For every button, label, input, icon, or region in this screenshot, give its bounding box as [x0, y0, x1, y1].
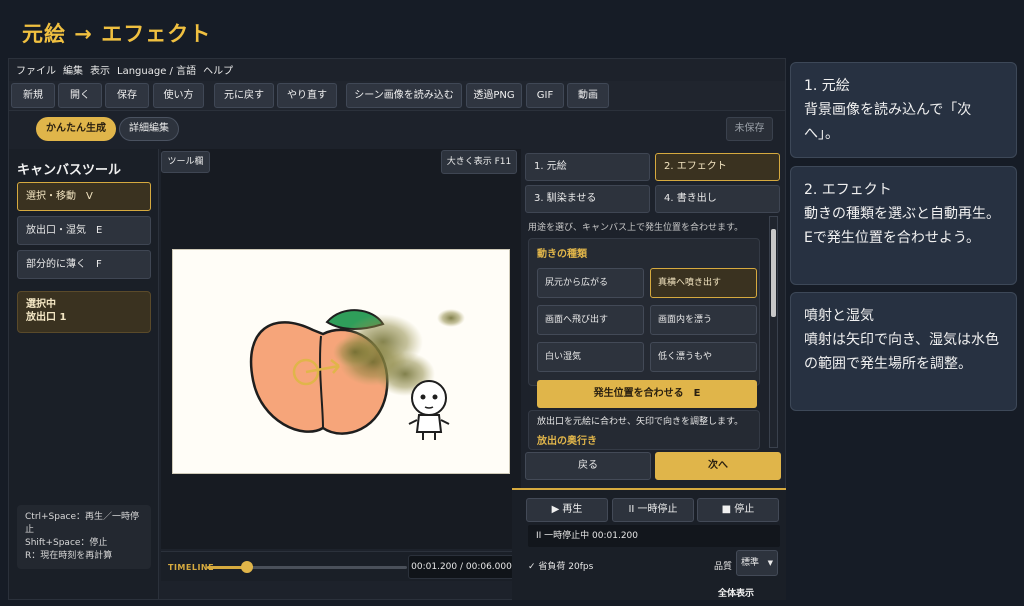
shortcut-line: Shift+Space：停止 [25, 538, 108, 548]
note-heading: 1. 元絵 [804, 78, 850, 94]
hero-title: 元絵 → エフェクト [22, 22, 212, 46]
redo-button[interactable]: やり直す [277, 83, 337, 108]
smoke-cloud [333, 336, 377, 368]
shortcut-line: 止 [25, 525, 35, 535]
step-tab-source[interactable]: 1. 元絵 [525, 153, 650, 181]
canvas-tools-panel: キャンバスツール 選択・移動 V 放出口・湿気 E 部分的に薄く F 選択中 放… [9, 149, 159, 599]
panel-scrollbar[interactable] [769, 216, 778, 448]
menu-language[interactable]: Language / 言語 [117, 61, 196, 83]
playback-panel: ▶ 再生 II 一時停止 ■ 停止 II 一時停止中 00:01.200 ✓ 省… [512, 488, 786, 600]
option-spread-from-base[interactable]: 尻元から広がる [537, 268, 644, 298]
timeline-time: 00:01.200 / 00:06.000 [408, 555, 515, 579]
select-move-tool[interactable]: 選択・移動 V [17, 182, 151, 211]
step-tab-export[interactable]: 4. 書き出し [655, 185, 780, 213]
gif-button[interactable]: GIF [526, 83, 564, 108]
canvas-tools-title: キャンバスツール [17, 163, 122, 178]
section-title: 動きの種類 [537, 249, 587, 260]
character-eye [432, 394, 438, 400]
big-view-button[interactable]: 大きく表示 F11 [441, 150, 517, 174]
note-body: 噴射は矢印で向き、湿気は水色の範囲で発生場所を調整。 [804, 332, 1000, 372]
scrollbar-thumb[interactable] [771, 229, 776, 317]
timeline-bar: TIMELINE 00:01.200 / 00:06.000 [161, 551, 521, 581]
load-scene-button[interactable]: シーン画像を読み込む [346, 83, 462, 108]
selection-value: 放出口 1 [26, 312, 67, 323]
option-pop-out[interactable]: 画面へ飛び出す [537, 305, 644, 335]
option-spray-sideways[interactable]: 真横へ噴き出す [650, 268, 757, 298]
note-heading: 2. エフェクト [804, 182, 892, 198]
save-button[interactable]: 保存 [105, 83, 149, 108]
scene-illustration [249, 309, 465, 440]
section-footer: 放出口を元絵に合わせ、矢印で向きを調整します。 放出の奥行き [528, 410, 760, 450]
canvas-area: ツール欄 大きく表示 F11 [161, 149, 521, 549]
menu-view[interactable]: 表示 [90, 61, 110, 83]
shortcut-help: Ctrl+Space：再生／一時停 止 Shift+Space：停止 R：現在時… [17, 505, 151, 569]
align-emitter-button[interactable]: 発生位置を合わせる E [537, 380, 757, 408]
stop-button[interactable]: ■ 停止 [697, 498, 779, 522]
note-heading: 噴射と湿気 [804, 308, 874, 324]
option-low-mist[interactable]: 低く漂うもや [650, 342, 757, 372]
new-button[interactable]: 新規 [11, 83, 55, 108]
tool-panel-toggle[interactable]: ツール欄 [161, 151, 210, 173]
shortcut-line: Ctrl+Space：再生／一時停 [25, 512, 139, 522]
selection-label: 選択中 [26, 299, 56, 310]
menu-bar: ファイル 編集 表示 Language / 言語 ヘルプ [9, 59, 785, 81]
depth-section-title: 放出の奥行き [537, 436, 597, 447]
scene-canvas[interactable] [172, 249, 510, 474]
playback-status: II 一時停止中 00:01.200 [528, 525, 780, 547]
step-tab-blend[interactable]: 3. 馴染ませる [525, 185, 650, 213]
unsaved-badge: 未保存 [726, 117, 773, 141]
step-tab-effect[interactable]: 2. エフェクト [655, 153, 780, 181]
advanced-mode-button[interactable]: 詳細編集 [119, 117, 179, 141]
option-white-humidity[interactable]: 白い湿気 [537, 342, 644, 372]
motion-type-section: 動きの種類 尻元から広がる 真横へ噴き出す 画面へ飛び出す 画面内を漂う 白い湿… [528, 238, 760, 386]
transparent-png-button[interactable]: 透過PNG [466, 83, 522, 108]
back-button[interactable]: 戻る [525, 452, 651, 480]
play-button[interactable]: ▶ 再生 [526, 498, 608, 522]
toolbar: 新規 開く 保存 使い方 元に戻す やり直す シーン画像を読み込む 透過PNG … [9, 81, 785, 111]
note-spray-humidity: 噴射と湿気 噴射は矢印で向き、湿気は水色の範囲で発生場所を調整。 [790, 292, 1017, 411]
easy-mode-button[interactable]: かんたん生成 [36, 117, 116, 141]
menu-help[interactable]: ヘルプ [203, 61, 233, 83]
how-to-button[interactable]: 使い方 [153, 83, 204, 108]
open-button[interactable]: 開く [58, 83, 102, 108]
note-step1: 1. 元絵 背景画像を読み込んで「次へ」。 [790, 62, 1017, 158]
character-eye [420, 394, 426, 400]
chevron-down-icon: ▼ [767, 559, 773, 567]
character-legs [422, 432, 436, 440]
quality-value: 標準 [741, 558, 760, 568]
undo-button[interactable]: 元に戻す [214, 83, 274, 108]
note-body: 背景画像を読み込んで「次へ」。 [804, 102, 972, 142]
low-load-toggle[interactable]: ✓ 省負荷 20fps [528, 559, 593, 572]
fullscreen-button[interactable]: 全体表示 [718, 586, 754, 599]
quality-label: 品質 [714, 562, 733, 572]
partial-fade-tool[interactable]: 部分的に薄く F [17, 250, 151, 279]
video-button[interactable]: 動画 [567, 83, 609, 108]
smoke-puff [437, 309, 465, 327]
shortcut-line: R：現在時刻を再計算 [25, 551, 113, 561]
selection-info: 選択中 放出口 1 [17, 291, 151, 333]
emitter-note: 放出口を元絵に合わせ、矢印で向きを調整します。 [537, 417, 744, 427]
next-button[interactable]: 次へ [655, 452, 781, 480]
emitter-humidity-tool[interactable]: 放出口・湿気 E [17, 216, 151, 245]
pause-button[interactable]: II 一時停止 [612, 498, 694, 522]
mode-bar: かんたん生成 詳細編集 未保存 [9, 112, 785, 148]
character-body [415, 414, 443, 433]
note-step2: 2. エフェクト 動きの種類を選ぶと自動再生。Eで発生位置を合わせよう。 [790, 166, 1017, 285]
timeline-scrubber[interactable] [241, 561, 253, 573]
menu-file[interactable]: ファイル [16, 61, 56, 83]
note-body: 動きの種類を選ぶと自動再生。Eで発生位置を合わせよう。 [804, 206, 1000, 246]
option-drift-inside[interactable]: 画面内を漂う [650, 305, 757, 335]
menu-edit[interactable]: 編集 [63, 61, 83, 83]
character-head [411, 380, 447, 416]
quality-select[interactable]: 標準 ▼ [736, 550, 778, 576]
step-hint: 用途を選び、キャンバス上で発生位置を合わせます。 [528, 223, 744, 233]
